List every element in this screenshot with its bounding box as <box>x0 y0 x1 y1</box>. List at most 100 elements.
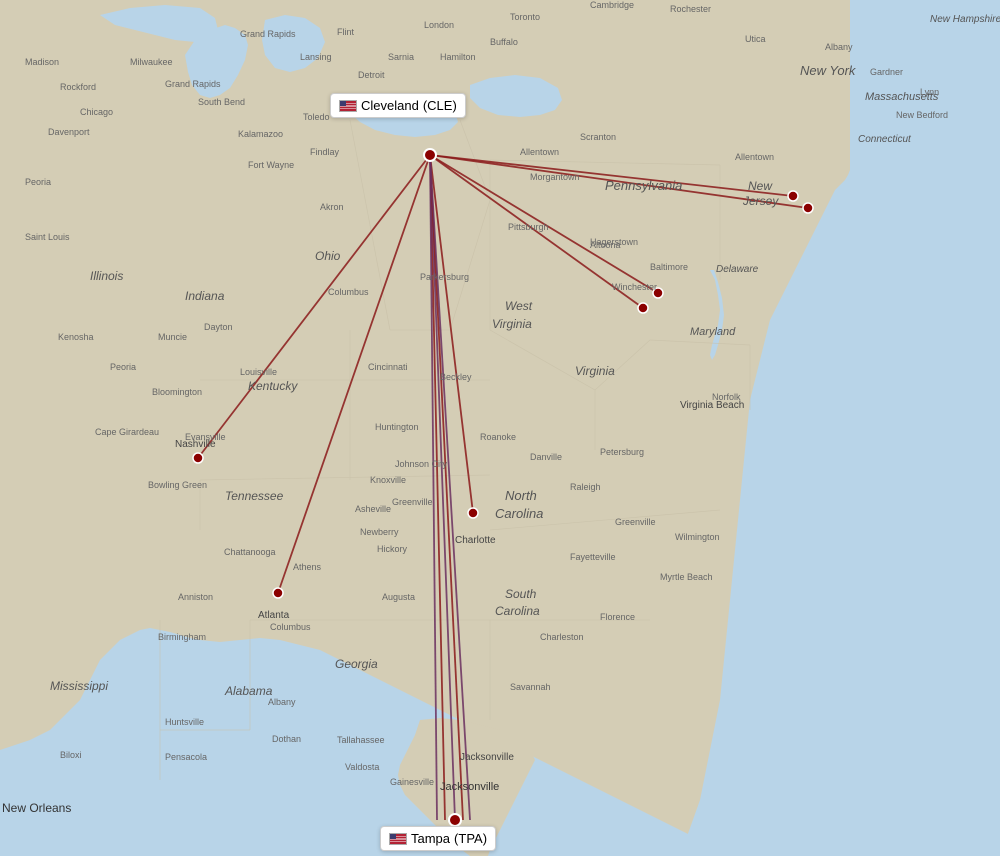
svg-text:Johnson City: Johnson City <box>395 459 448 469</box>
svg-text:Roanoke: Roanoke <box>480 432 516 442</box>
svg-text:Cambridge: Cambridge <box>590 0 634 10</box>
svg-text:Cincinnati: Cincinnati <box>368 362 408 372</box>
svg-text:Valdosta: Valdosta <box>345 762 379 772</box>
svg-text:London: London <box>424 20 454 30</box>
svg-text:Milwaukee: Milwaukee <box>130 57 173 67</box>
svg-text:Athens: Athens <box>293 562 322 572</box>
svg-text:Mississippi: Mississippi <box>50 679 108 693</box>
svg-text:South Bend: South Bend <box>198 97 245 107</box>
svg-text:Huntington: Huntington <box>375 422 419 432</box>
svg-text:Chattanooga: Chattanooga <box>224 547 276 557</box>
svg-text:New Bedford: New Bedford <box>896 110 948 120</box>
svg-text:Asheville: Asheville <box>355 504 391 514</box>
svg-text:Toronto: Toronto <box>510 12 540 22</box>
svg-text:Lynn: Lynn <box>920 87 939 97</box>
svg-text:Ohio: Ohio <box>315 249 341 263</box>
svg-text:Newberry: Newberry <box>360 527 399 537</box>
svg-text:New Hampshire: New Hampshire <box>930 14 1000 25</box>
svg-text:Tallahassee: Tallahassee <box>337 735 385 745</box>
svg-text:Virginia: Virginia <box>575 364 615 378</box>
svg-text:Findlay: Findlay <box>310 147 340 157</box>
svg-text:Winchester: Winchester <box>612 282 657 292</box>
svg-text:Toledo: Toledo <box>303 112 330 122</box>
tampa-airport-code: (TPA) <box>454 831 487 846</box>
svg-text:Danville: Danville <box>530 452 562 462</box>
svg-text:Beckley: Beckley <box>440 372 472 382</box>
svg-text:Petersburg: Petersburg <box>600 447 644 457</box>
svg-text:Gardner: Gardner <box>870 67 903 77</box>
svg-text:Grand Rapids: Grand Rapids <box>165 79 221 89</box>
svg-text:Anniston: Anniston <box>178 592 213 602</box>
route-map: Illinois Indiana Ohio Kentucky Tennessee… <box>0 0 1000 856</box>
svg-text:North: North <box>505 488 537 503</box>
svg-text:Fayetteville: Fayetteville <box>570 552 616 562</box>
map-container: Illinois Indiana Ohio Kentucky Tennessee… <box>0 0 1000 856</box>
cleveland-city-name: Cleveland <box>361 98 419 113</box>
svg-text:Jacksonville: Jacksonville <box>440 781 499 793</box>
svg-text:Pensacola: Pensacola <box>165 752 207 762</box>
svg-text:Kenosha: Kenosha <box>58 332 94 342</box>
svg-text:Albany: Albany <box>268 697 296 707</box>
svg-text:Raleigh: Raleigh <box>570 482 601 492</box>
svg-text:Savannah: Savannah <box>510 682 551 692</box>
svg-text:Illinois: Illinois <box>90 269 123 283</box>
svg-text:Peoria: Peoria <box>110 362 136 372</box>
svg-text:Peoria: Peoria <box>25 177 51 187</box>
svg-text:Wilmington: Wilmington <box>675 532 720 542</box>
cleveland-airport-code: (CLE) <box>423 98 457 113</box>
us-flag-cleveland <box>339 100 357 112</box>
svg-text:Akron: Akron <box>320 202 344 212</box>
svg-text:Jacksonville: Jacksonville <box>460 752 514 763</box>
svg-text:Grand Rapids: Grand Rapids <box>240 29 296 39</box>
svg-text:Charlotte: Charlotte <box>455 535 496 546</box>
svg-text:Buffalo: Buffalo <box>490 37 518 47</box>
svg-text:Gainesville: Gainesville <box>390 777 434 787</box>
svg-text:West: West <box>505 299 533 313</box>
svg-text:Flint: Flint <box>337 27 355 37</box>
svg-text:Parkersburg: Parkersburg <box>420 272 469 282</box>
svg-text:Pittsburgh: Pittsburgh <box>508 222 549 232</box>
cleveland-label[interactable]: Cleveland (CLE) <box>330 93 466 118</box>
svg-text:Chicago: Chicago <box>80 107 113 117</box>
svg-text:Florence: Florence <box>600 612 635 622</box>
svg-text:Albany: Albany <box>825 42 853 52</box>
svg-text:Charleston: Charleston <box>540 632 584 642</box>
svg-text:Carolina: Carolina <box>495 506 543 521</box>
svg-text:Davenport: Davenport <box>48 127 90 137</box>
svg-text:Evansville: Evansville <box>185 432 226 442</box>
svg-text:Bowling Green: Bowling Green <box>148 480 207 490</box>
svg-text:Maryland: Maryland <box>690 326 736 338</box>
svg-text:Hagerstown: Hagerstown <box>590 237 638 247</box>
svg-text:Bloomington: Bloomington <box>152 387 202 397</box>
svg-text:Augusta: Augusta <box>382 592 415 602</box>
tampa-label[interactable]: Tampa (TPA) <box>380 826 496 851</box>
svg-text:Hickory: Hickory <box>377 544 408 554</box>
svg-text:Georgia: Georgia <box>335 657 378 671</box>
svg-text:New: New <box>748 179 773 193</box>
svg-text:Fort Wayne: Fort Wayne <box>248 160 294 170</box>
svg-text:Rockford: Rockford <box>60 82 96 92</box>
svg-text:Baltimore: Baltimore <box>650 262 688 272</box>
svg-text:Lansing: Lansing <box>300 52 332 62</box>
svg-text:Atlanta: Atlanta <box>258 610 290 621</box>
svg-text:Myrtle Beach: Myrtle Beach <box>660 572 713 582</box>
svg-text:Muncie: Muncie <box>158 332 187 342</box>
tampa-city-name: Tampa <box>411 831 450 846</box>
svg-text:Kalamazoo: Kalamazoo <box>238 129 283 139</box>
svg-text:Alabama: Alabama <box>224 684 273 698</box>
svg-text:Tennessee: Tennessee <box>225 489 284 503</box>
svg-text:Detroit: Detroit <box>358 70 385 80</box>
svg-text:Jersey: Jersey <box>742 194 779 208</box>
svg-text:Louisville: Louisville <box>240 367 277 377</box>
svg-text:Allentown: Allentown <box>735 152 774 162</box>
svg-text:Allentown: Allentown <box>520 147 559 157</box>
svg-text:Columbus: Columbus <box>328 287 369 297</box>
svg-text:New York: New York <box>800 63 857 78</box>
svg-text:Rochester: Rochester <box>670 4 711 14</box>
svg-text:Norfolk: Norfolk <box>712 392 741 402</box>
svg-text:Dothan: Dothan <box>272 734 301 744</box>
svg-text:Carolina: Carolina <box>495 604 540 618</box>
svg-text:Hamilton: Hamilton <box>440 52 476 62</box>
svg-text:New Orleans: New Orleans <box>2 801 71 815</box>
svg-text:Morgantown: Morgantown <box>530 172 580 182</box>
